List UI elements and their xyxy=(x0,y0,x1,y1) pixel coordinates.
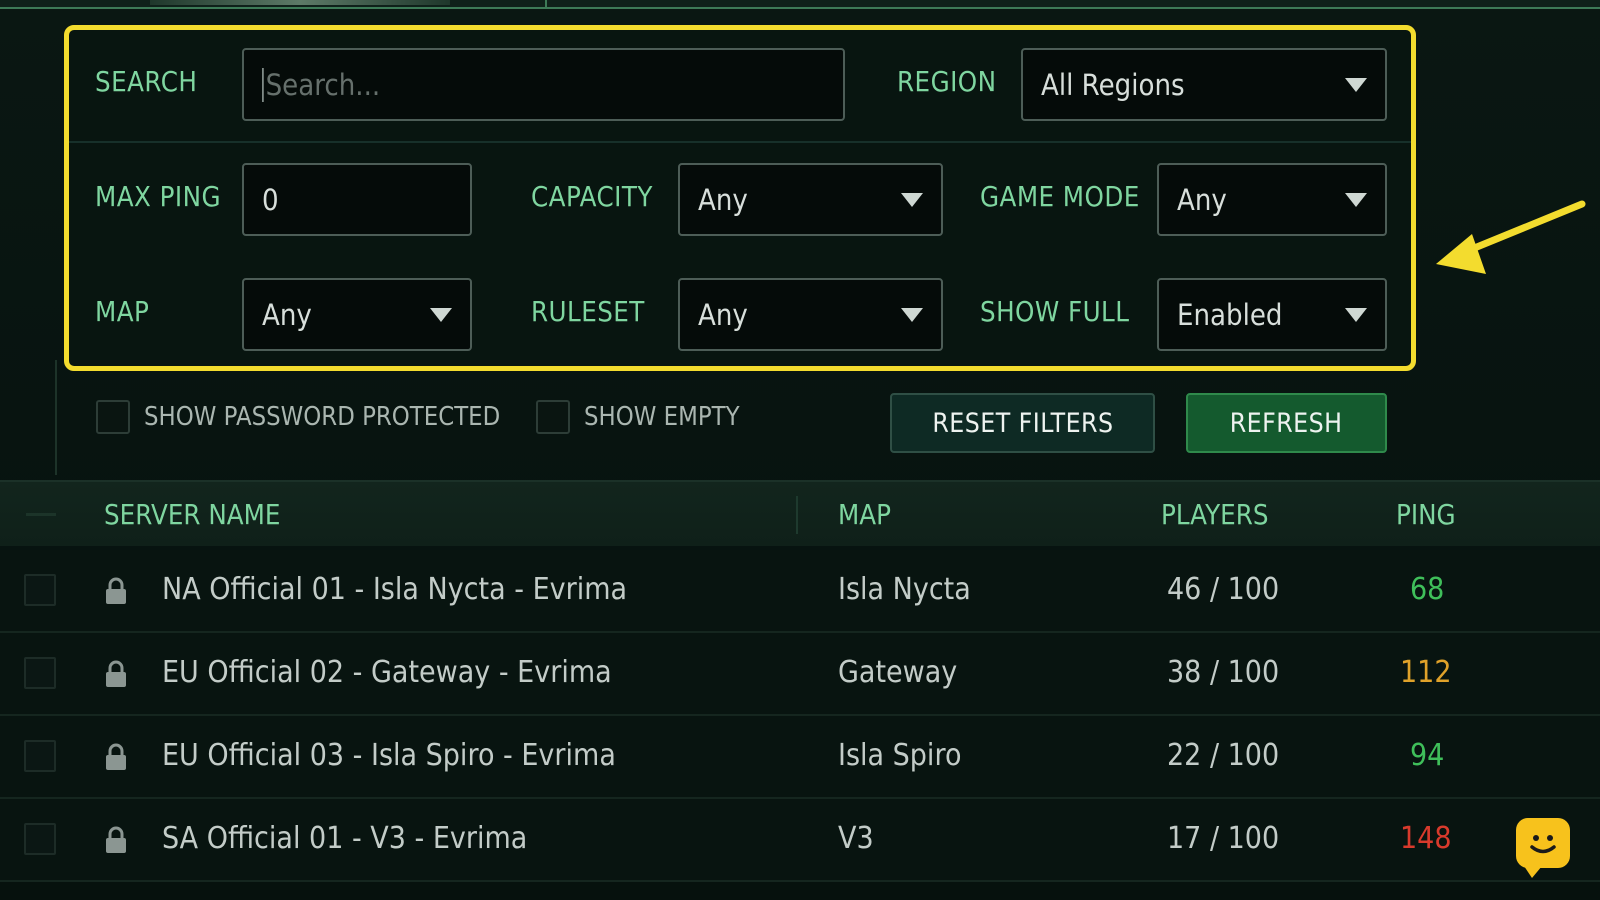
capacity-dropdown[interactable]: Any xyxy=(678,163,943,236)
row-select-checkbox[interactable] xyxy=(24,740,56,772)
ruleset-value: Any xyxy=(698,297,748,332)
chevron-down-icon xyxy=(901,308,923,322)
show-empty-checkbox[interactable] xyxy=(536,400,570,434)
show-full-dropdown[interactable]: Enabled xyxy=(1157,278,1387,351)
chevron-down-icon xyxy=(1345,193,1367,207)
reset-filters-button[interactable]: RESET FILTERS xyxy=(890,393,1155,453)
search-label: SEARCH xyxy=(95,65,198,98)
show-full-value: Enabled xyxy=(1177,297,1283,332)
lock-icon xyxy=(106,743,126,770)
side-divider xyxy=(55,360,57,475)
game-mode-label: GAME MODE xyxy=(980,180,1140,213)
arrow-icon xyxy=(1436,200,1586,274)
map-value: Any xyxy=(262,297,312,332)
table-row[interactable]: SA Official 01 - V3 - Evrima V3 17 / 100… xyxy=(0,799,1600,882)
row-select-checkbox[interactable] xyxy=(24,823,56,855)
server-name: NA Official 01 - Isla Nycta - Evrima xyxy=(162,572,628,607)
lock-icon xyxy=(106,826,126,853)
column-header-server-name[interactable]: SERVER NAME xyxy=(104,498,280,531)
table-row[interactable]: EU Official 03 - Isla Spiro - Evrima Isl… xyxy=(0,716,1600,799)
show-empty-label: SHOW EMPTY xyxy=(584,402,740,432)
server-ping: 94 xyxy=(1410,738,1445,773)
chevron-down-icon xyxy=(430,308,452,322)
column-header-map[interactable]: MAP xyxy=(838,498,891,531)
server-map: V3 xyxy=(838,821,874,856)
tab-divider xyxy=(545,0,547,9)
chevron-down-icon xyxy=(1345,78,1367,92)
max-ping-input[interactable]: 0 xyxy=(242,163,472,236)
table-row[interactable]: EU Official 02 - Gateway - Evrima Gatewa… xyxy=(0,633,1600,716)
chevron-down-icon xyxy=(901,193,923,207)
table-header: SERVER NAME MAP PLAYERS PING xyxy=(0,480,1600,546)
capacity-label: CAPACITY xyxy=(531,180,653,213)
server-name: EU Official 02 - Gateway - Evrima xyxy=(162,655,612,690)
show-empty-toggle[interactable]: SHOW EMPTY xyxy=(536,392,761,442)
game-mode-dropdown[interactable]: Any xyxy=(1157,163,1387,236)
column-header-ping[interactable]: PING xyxy=(1396,498,1456,531)
server-name: EU Official 03 - Isla Spiro - Evrima xyxy=(162,738,616,773)
server-ping: 68 xyxy=(1410,572,1445,607)
top-tab-bar xyxy=(0,0,1600,9)
map-dropdown[interactable]: Any xyxy=(242,278,472,351)
server-players: 17 / 100 xyxy=(1167,821,1280,856)
row-select-checkbox[interactable] xyxy=(24,574,56,606)
select-all-indicator[interactable] xyxy=(26,513,56,516)
capacity-value: Any xyxy=(698,182,748,217)
region-dropdown[interactable]: All Regions xyxy=(1021,48,1387,121)
column-divider xyxy=(796,496,798,534)
refresh-label: REFRESH xyxy=(1230,407,1343,439)
table-row[interactable]: NA Official 01 - Isla Nycta - Evrima Isl… xyxy=(0,550,1600,633)
server-map: Gateway xyxy=(838,655,958,690)
server-players: 46 / 100 xyxy=(1167,572,1280,607)
refresh-button[interactable]: REFRESH xyxy=(1186,393,1387,453)
row-select-checkbox[interactable] xyxy=(24,657,56,689)
server-browser: SEARCH Search... REGION All Regions MAX … xyxy=(0,0,1600,900)
max-ping-label: MAX PING xyxy=(95,180,222,213)
show-full-label: SHOW FULL xyxy=(980,295,1130,328)
ruleset-dropdown[interactable]: Any xyxy=(678,278,943,351)
game-mode-value: Any xyxy=(1177,182,1227,217)
chevron-down-icon xyxy=(1345,308,1367,322)
server-map: Isla Spiro xyxy=(838,738,962,773)
region-label: REGION xyxy=(897,65,997,98)
server-players: 22 / 100 xyxy=(1167,738,1280,773)
search-input[interactable]: Search... xyxy=(242,48,845,121)
map-label: MAP xyxy=(95,295,150,328)
active-tab-indicator[interactable] xyxy=(150,0,450,5)
filter-row-divider xyxy=(69,141,1411,143)
lock-icon xyxy=(106,660,126,687)
max-ping-value: 0 xyxy=(262,182,279,217)
search-placeholder: Search... xyxy=(262,67,380,102)
ruleset-label: RULESET xyxy=(531,295,645,328)
server-ping: 148 xyxy=(1400,821,1452,856)
reset-filters-label: RESET FILTERS xyxy=(931,407,1114,439)
show-password-checkbox[interactable] xyxy=(96,400,130,434)
chat-bubble-icon xyxy=(1530,835,1556,854)
server-ping: 112 xyxy=(1400,655,1452,690)
server-map: Isla Nycta xyxy=(838,572,971,607)
column-header-players[interactable]: PLAYERS xyxy=(1161,498,1268,531)
server-players: 38 / 100 xyxy=(1167,655,1280,690)
server-name: SA Official 01 - V3 - Evrima xyxy=(162,821,528,856)
lock-icon xyxy=(106,577,126,604)
show-password-label: SHOW PASSWORD PROTECTED xyxy=(144,402,501,432)
region-value: All Regions xyxy=(1041,67,1185,102)
show-password-toggle[interactable]: SHOW PASSWORD PROTECTED xyxy=(96,392,549,442)
chat-button[interactable] xyxy=(1516,818,1570,878)
